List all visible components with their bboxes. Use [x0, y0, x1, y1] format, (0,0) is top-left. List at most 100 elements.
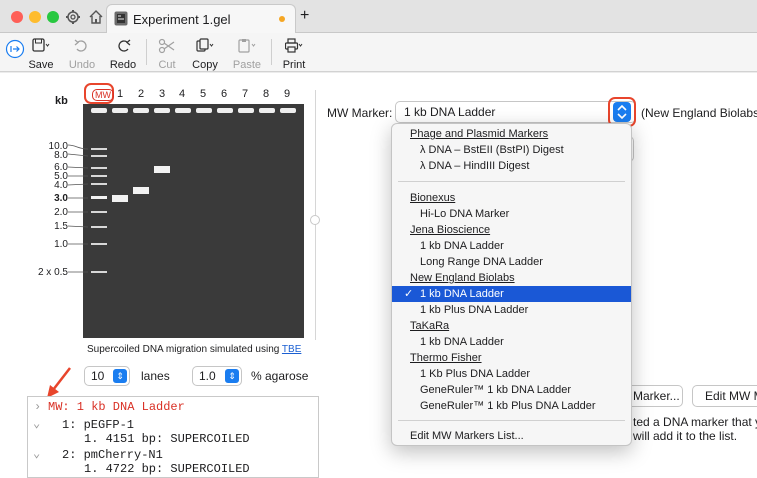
- lane-number[interactable]: 8: [259, 88, 273, 100]
- sidebar-toggle-icon[interactable]: [5, 39, 25, 59]
- scale-label: 1.0: [54, 239, 68, 250]
- dropdown-option[interactable]: GeneRuler™ 1 kb Plus DNA Ladder: [392, 398, 631, 414]
- lane-number[interactable]: 5: [196, 88, 210, 100]
- redo-label: Redo: [109, 59, 137, 71]
- stepper-icon: ⇕: [225, 369, 239, 383]
- lane-number[interactable]: 9: [280, 88, 294, 100]
- minimize-window-button[interactable]: [29, 11, 41, 23]
- document-tab[interactable]: Experiment 1.gel: [106, 4, 296, 33]
- dropdown-separator: [398, 420, 625, 421]
- dropdown-option[interactable]: GeneRuler™ 1 kb DNA Ladder: [392, 382, 631, 398]
- edit-mw-button[interactable]: Edit MW M: [692, 385, 757, 407]
- buffer-link[interactable]: TBE: [282, 344, 301, 355]
- gel-image: [83, 104, 304, 338]
- gel-well: [259, 108, 275, 113]
- ladder-band: [91, 211, 107, 213]
- close-window-button[interactable]: [11, 11, 23, 23]
- tree-row-mw[interactable]: MW: 1 kb DNA Ladder: [48, 400, 185, 414]
- gear-icon[interactable]: [65, 9, 81, 25]
- gel-document-icon: [114, 11, 128, 26]
- scale-label: 1.5: [54, 221, 68, 232]
- print-button[interactable]: Print: [279, 35, 309, 71]
- print-label: Print: [282, 59, 306, 71]
- lane-number[interactable]: 3: [155, 88, 169, 100]
- lane-number[interactable]: 1: [113, 88, 127, 100]
- ladder-band: [91, 175, 107, 177]
- agarose-select[interactable]: 1.0 ⇕: [192, 366, 242, 386]
- gel-well: [133, 108, 149, 113]
- paste-label: Paste: [232, 59, 262, 71]
- tree-row-fragment[interactable]: 1. 4722 bp: SUPERCOILED: [84, 462, 250, 476]
- edit-markers-list-option[interactable]: Edit MW Markers List...: [392, 428, 631, 444]
- dropdown-option[interactable]: Long Range DNA Ladder: [392, 254, 631, 270]
- cut-button[interactable]: Cut: [153, 35, 181, 71]
- choose-marker-label: Marker...: [633, 389, 680, 403]
- unsaved-indicator: [279, 16, 285, 22]
- copy-label: Copy: [192, 59, 218, 71]
- dropdown-option-label: 1 kb DNA Ladder: [420, 288, 504, 300]
- dropdown-option[interactable]: λ DNA – HindIII Digest: [392, 158, 631, 174]
- toolbar: Save Undo Redo Cut Copy Paste Print: [0, 33, 757, 72]
- gel-well: [112, 108, 128, 113]
- copy-button[interactable]: Copy: [189, 35, 221, 71]
- gel-well: [280, 108, 296, 113]
- save-icon: [32, 38, 50, 52]
- gel-well: [217, 108, 233, 113]
- gel-well: [196, 108, 212, 113]
- home-icon[interactable]: [88, 9, 104, 25]
- dropdown-option[interactable]: Hi-Lo DNA Marker: [392, 206, 631, 222]
- new-tab-button[interactable]: +: [300, 7, 309, 25]
- lane-count-value: 10: [91, 369, 105, 383]
- paste-button[interactable]: Paste: [231, 35, 263, 71]
- dropdown-option[interactable]: 1 kb DNA Ladder: [392, 238, 631, 254]
- mw-marker-value: 1 kb DNA Ladder: [404, 105, 496, 119]
- lane-count-select[interactable]: 10 ⇕: [84, 366, 130, 386]
- dropdown-group-header: Phage and Plasmid Markers: [410, 128, 549, 140]
- copy-icon: [196, 38, 214, 52]
- dropdown-option[interactable]: 1 Kb Plus DNA Ladder: [392, 366, 631, 382]
- scale-label: 8.0: [54, 150, 68, 161]
- scale-label: 3.0: [54, 193, 68, 204]
- mw-marker-select[interactable]: 1 kb DNA Ladder: [395, 101, 636, 123]
- simulation-note: Supercoiled DNA migration simulated usin…: [87, 344, 301, 355]
- lane-number[interactable]: 7: [238, 88, 252, 100]
- disclosure-icon[interactable]: ⌄: [33, 446, 40, 461]
- tree-row-fragment[interactable]: 1. 4151 bp: SUPERCOILED: [84, 432, 250, 446]
- dropdown-option[interactable]: 1 kb Plus DNA Ladder: [392, 302, 631, 318]
- mw-marker-stepper[interactable]: [613, 102, 631, 122]
- sample-band: [133, 187, 149, 194]
- toolbar-divider: [271, 39, 272, 65]
- ladder-band: [91, 196, 107, 199]
- chevron-up-down-icon: [617, 104, 627, 120]
- disclosure-icon[interactable]: ›: [34, 400, 41, 414]
- save-button[interactable]: Save: [26, 35, 56, 71]
- agarose-label: % agarose: [251, 369, 309, 383]
- mw-lane-button[interactable]: MW: [92, 89, 114, 101]
- undo-label: Undo: [68, 59, 96, 71]
- lane-number[interactable]: 4: [175, 88, 189, 100]
- dropdown-option-selected[interactable]: ✓ 1 kb DNA Ladder: [392, 286, 631, 302]
- dropdown-group-header: Jena Bioscience: [410, 224, 491, 236]
- redo-button[interactable]: Redo: [108, 35, 138, 71]
- ladder-band: [91, 183, 107, 185]
- printer-icon: [285, 38, 303, 53]
- zoom-window-button[interactable]: [47, 11, 59, 23]
- lane-number[interactable]: 2: [134, 88, 148, 100]
- edit-mw-label: Edit MW M: [705, 389, 757, 403]
- ladder-band: [91, 243, 107, 245]
- gel-well: [175, 108, 191, 113]
- tree-row-lane[interactable]: 2: pmCherry-N1: [62, 448, 163, 462]
- disclosure-icon[interactable]: ⌄: [33, 416, 40, 431]
- undo-icon: [74, 39, 87, 52]
- tree-row-lane[interactable]: 1: pEGFP-1: [62, 418, 134, 432]
- dropdown-option[interactable]: λ DNA – BstEII (BstPI) Digest: [392, 142, 631, 158]
- splitter-handle[interactable]: [310, 215, 320, 225]
- save-label: Save: [28, 59, 54, 71]
- dropdown-option[interactable]: 1 kb DNA Ladder: [392, 334, 631, 350]
- undo-button[interactable]: Undo: [67, 35, 97, 71]
- lane-number[interactable]: 6: [217, 88, 231, 100]
- scale-label: 2.0: [54, 207, 68, 218]
- sample-band: [112, 195, 128, 202]
- scale-label: 4.0: [54, 180, 68, 191]
- help-text-line: ted a DNA marker that you: [633, 415, 757, 429]
